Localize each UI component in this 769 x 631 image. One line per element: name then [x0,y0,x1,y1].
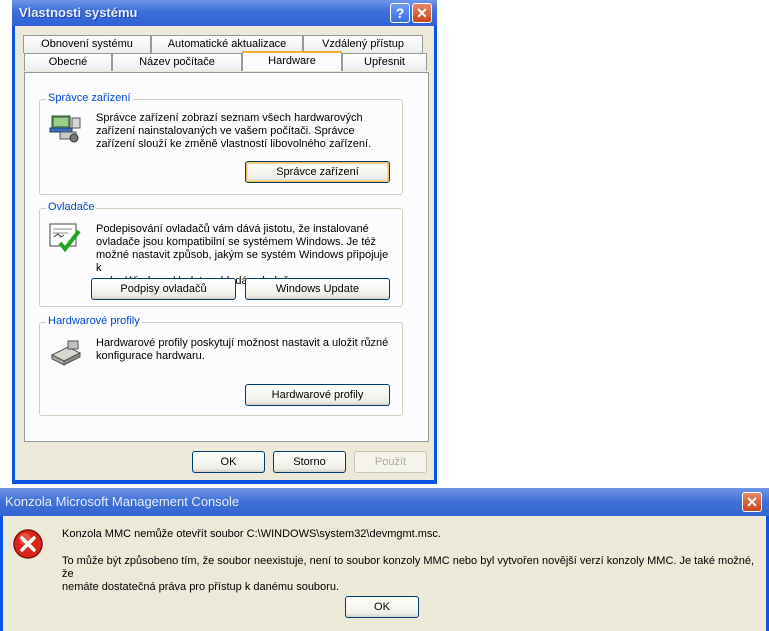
tab-system-restore[interactable]: Obnovení systému [23,35,151,53]
error-window-title: Konzola Microsoft Management Console [5,494,240,509]
help-button[interactable]: ? [390,3,410,23]
device-manager-legend: Správce zařízení [46,92,133,104]
drivers-group: Ovladače Podepisování ovladačů vám dává … [39,201,403,307]
drivers-line-2: ovladače jsou kompatibilní se systémem W… [96,236,377,248]
drivers-legend: Ovladače [46,201,97,213]
error-detail-line-1: To může být způsobeno tím, že soubor nee… [62,555,755,580]
windows-update-button[interactable]: Windows Update [245,278,390,300]
device-manager-button[interactable]: Správce zařízení [245,161,390,183]
tab-advanced[interactable]: Upřesnit [342,53,427,71]
hardware-profiles-description: Hardwarové profily poskytují možnost nas… [96,337,396,363]
hardware-profiles-icon [50,340,82,366]
error-ok-button[interactable]: OK [345,596,419,618]
device-manager-line-1: Správce zařízení zobrazí seznam všech ha… [96,112,363,124]
cancel-button[interactable]: Storno [273,451,346,473]
hardware-profiles-button[interactable]: Hardwarové profily [245,384,390,406]
device-manager-icon [49,115,81,143]
ok-button[interactable]: OK [192,451,265,473]
driver-signing-button[interactable]: Podpisy ovladačů [91,278,236,300]
hardware-tab-panel: Správce zařízení Správce zařízení zobraz… [24,72,429,442]
error-close-button[interactable]: ✕ [742,492,762,512]
error-icon [13,529,43,559]
error-title-bar[interactable]: Konzola Microsoft Management Console ✕ [0,488,769,516]
device-manager-group: Správce zařízení Správce zařízení zobraz… [39,92,403,195]
tab-hardware[interactable]: Hardware [242,51,342,71]
system-properties-window: Vlastnosti systému ? ✕ Obnovení systému … [12,0,437,484]
device-manager-line-3: zařízení slouží ke změně vlastností libo… [96,138,372,150]
close-button[interactable]: ✕ [412,3,432,23]
hardware-profiles-line-2: konfigurace hardwaru. [96,350,205,362]
error-message-path: Konzola MMC nemůže otevřít soubor C:\WIN… [62,528,441,540]
drivers-line-3: možné nastavit způsob, jakým se systém W… [96,249,389,274]
device-manager-description: Správce zařízení zobrazí seznam všech ha… [96,112,396,151]
tab-general[interactable]: Obecné [24,53,112,71]
drivers-line-1: Podepisování ovladačů vám dává jistotu, … [96,223,369,235]
error-message-detail: To může být způsobeno tím, že soubor nee… [62,555,762,594]
driver-signing-icon [49,223,81,253]
title-bar[interactable]: Vlastnosti systému ? ✕ [12,0,437,26]
error-client-area: Konzola MMC nemůže otevřít soubor C:\WIN… [3,516,766,631]
window-title: Vlastnosti systému [19,5,138,20]
hardware-profiles-legend: Hardwarové profily [46,315,142,327]
mmc-error-dialog: Konzola Microsoft Management Console ✕ K… [0,488,769,631]
hardware-profiles-line-1: Hardwarové profily poskytují možnost nas… [96,337,389,349]
device-manager-line-2: zařízení nainstalovaných ve vašem počíta… [96,125,355,137]
dialog-client-area: Obnovení systému Automatické aktualizace… [15,26,434,480]
error-detail-line-2: nemáte dostatečná práva pro přístup k da… [62,581,340,593]
tab-computer-name[interactable]: Název počítače [112,53,242,71]
hardware-profiles-group: Hardwarové profily Hardwarové profily po… [39,315,403,416]
apply-button[interactable]: Použít [354,451,427,473]
